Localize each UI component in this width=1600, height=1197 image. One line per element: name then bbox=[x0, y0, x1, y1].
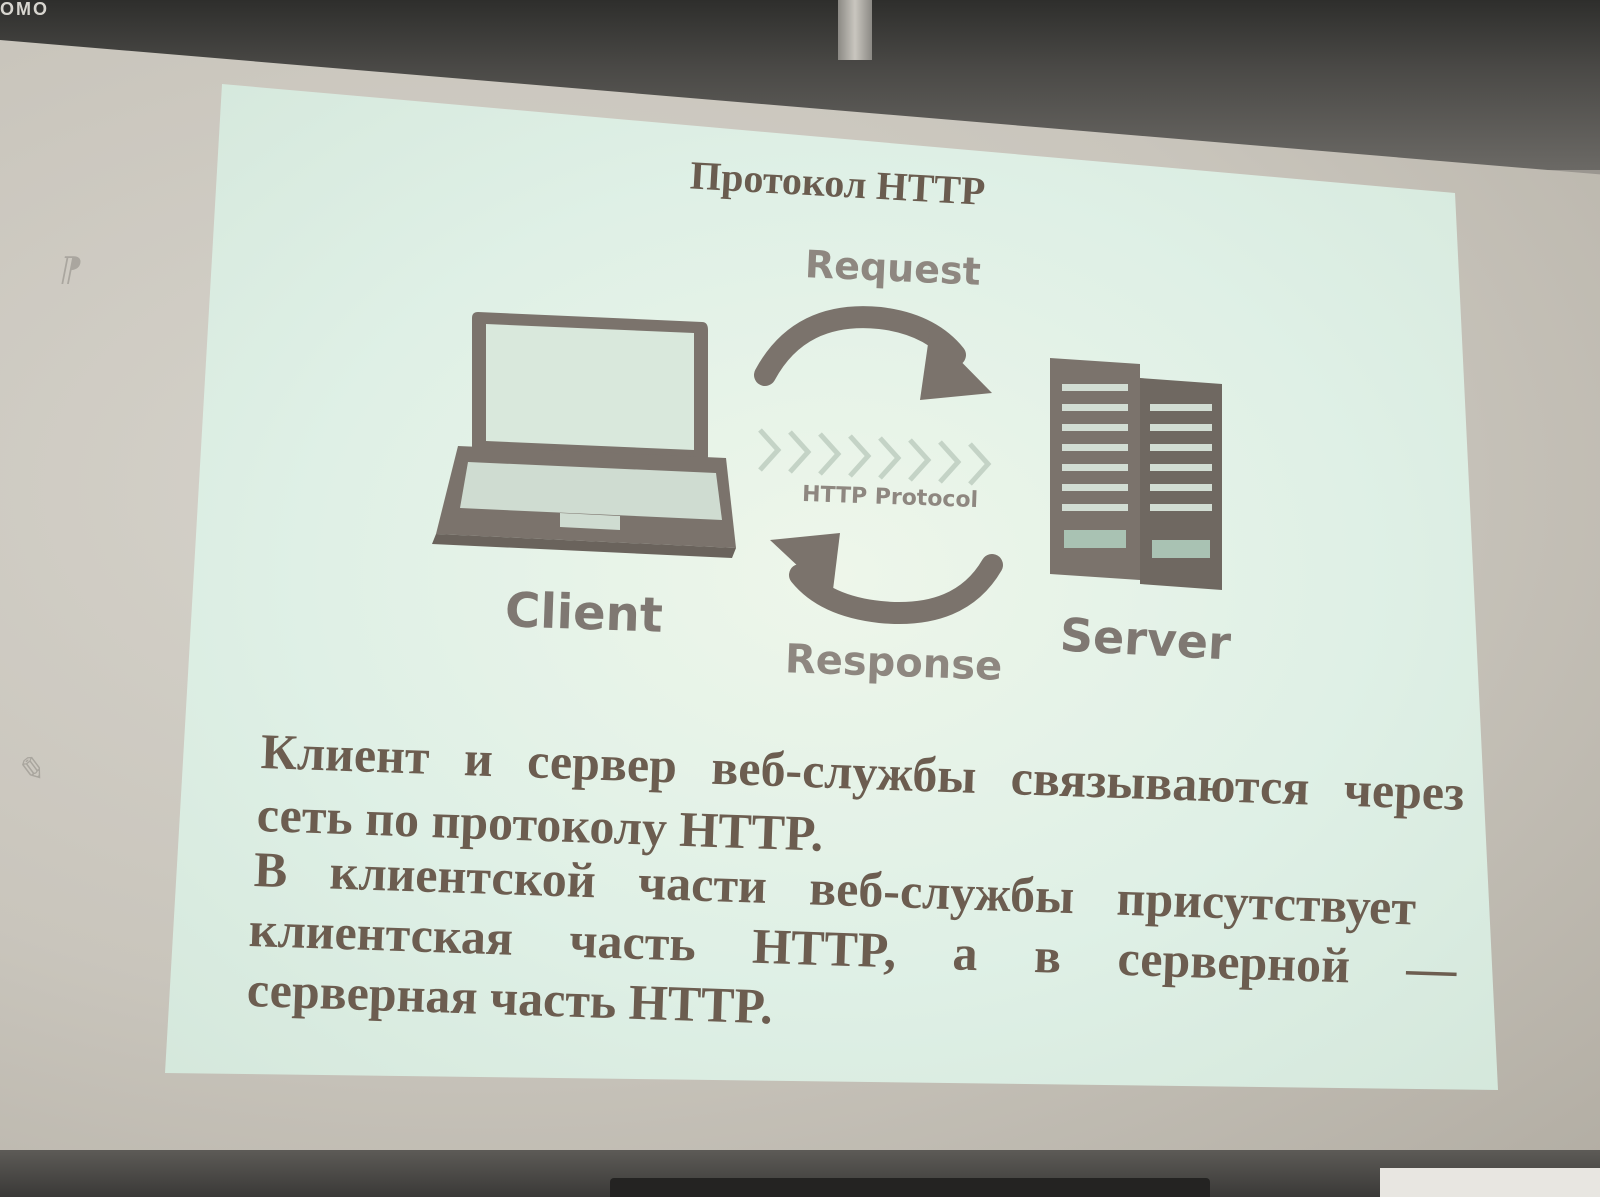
laptop-icon bbox=[432, 312, 736, 558]
protocol-chevrons-icon bbox=[758, 428, 992, 486]
server-icon bbox=[1050, 358, 1222, 590]
server-label: Server bbox=[1058, 607, 1233, 671]
request-arrow-icon bbox=[754, 306, 992, 400]
http-diagram bbox=[432, 306, 1222, 624]
response-label: Response bbox=[784, 636, 1004, 690]
response-arrow-icon bbox=[770, 533, 1003, 624]
request-label: Request bbox=[804, 242, 982, 294]
client-label: Client bbox=[504, 582, 664, 644]
